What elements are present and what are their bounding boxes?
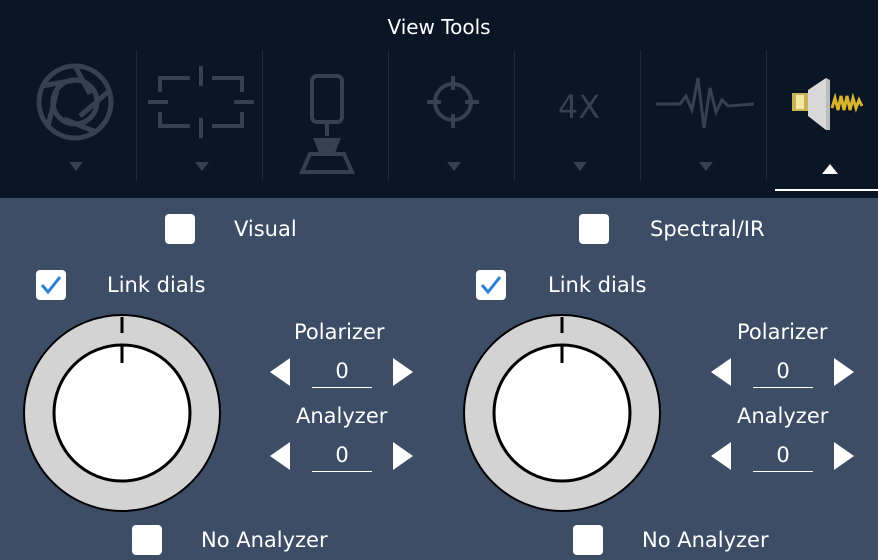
left-no-analyzer-checkbox[interactable] (132, 525, 162, 555)
right-analyzer-value[interactable]: 0 (753, 443, 813, 472)
spectral-ir-label: Spectral/IR (650, 217, 765, 241)
divider (640, 50, 641, 180)
aperture-icon (36, 63, 114, 141)
right-link-dials-label: Link dials (548, 273, 647, 297)
objective-icon: 4X (557, 88, 601, 126)
divider (514, 50, 515, 180)
illuminator-tool-button[interactable] (264, 50, 390, 190)
left-analyzer-increment-button[interactable] (393, 442, 413, 470)
polarizer-panel: Visual Link dials Polarizer 0 Analyzer 0… (0, 198, 878, 560)
chevron-down-icon (573, 162, 587, 171)
spectral-ir-checkbox[interactable] (579, 214, 609, 244)
left-no-analyzer-label: No Analyzer (201, 528, 328, 552)
left-link-dials-label: Link dials (107, 273, 206, 297)
divider (766, 50, 767, 180)
chevron-down-icon (699, 162, 713, 171)
left-analyzer-value[interactable]: 0 (312, 443, 372, 472)
view-tools-toolbar: View Tools 4X (0, 0, 878, 198)
chevron-up-icon (822, 164, 838, 174)
right-polarization-dial[interactable] (462, 313, 662, 513)
crop-frame-tool-button[interactable] (138, 50, 264, 190)
aperture-tool-button[interactable] (12, 50, 138, 190)
left-analyzer-decrement-button[interactable] (270, 442, 290, 470)
left-polarizer-decrement-button[interactable] (270, 358, 290, 386)
chevron-down-icon (195, 162, 209, 171)
crosshair-tool-button[interactable] (390, 50, 516, 190)
right-polarizer-decrement-button[interactable] (711, 358, 731, 386)
chevron-down-icon (447, 162, 461, 171)
divider (136, 50, 137, 180)
crosshair-icon (427, 76, 479, 128)
visual-label: Visual (234, 217, 297, 241)
divider (388, 50, 389, 180)
left-polarization-dial[interactable] (22, 313, 222, 513)
right-analyzer-decrement-button[interactable] (711, 442, 731, 470)
left-polarizer-value[interactable]: 0 (312, 359, 372, 388)
left-polarizer-label: Polarizer (294, 320, 385, 344)
left-analyzer-label: Analyzer (296, 404, 388, 428)
right-no-analyzer-checkbox[interactable] (573, 525, 603, 555)
left-polarizer-increment-button[interactable] (393, 358, 413, 386)
divider (262, 50, 263, 180)
right-polarizer-label: Polarizer (737, 320, 828, 344)
objective-tool-button[interactable]: 4X (516, 50, 642, 190)
right-link-dials-checkbox[interactable] (476, 270, 506, 300)
visual-checkbox[interactable] (165, 214, 195, 244)
right-analyzer-increment-button[interactable] (834, 442, 854, 470)
spectrum-wave-icon (656, 77, 755, 129)
illuminator-icon (298, 74, 356, 174)
spectrum-tool-button[interactable] (642, 50, 768, 190)
right-polarizer-value[interactable]: 0 (753, 359, 813, 388)
left-link-dials-checkbox[interactable] (36, 270, 66, 300)
right-analyzer-label: Analyzer (737, 404, 829, 428)
checkmark-icon (480, 276, 502, 295)
crop-frame-icon (148, 66, 254, 138)
toolbar-title: View Tools (387, 15, 491, 39)
polarizer-icon (792, 78, 864, 130)
active-tool-indicator (775, 189, 878, 191)
right-polarizer-increment-button[interactable] (834, 358, 854, 386)
right-no-analyzer-label: No Analyzer (642, 528, 769, 552)
checkmark-icon (40, 276, 62, 295)
chevron-down-icon (69, 162, 83, 171)
